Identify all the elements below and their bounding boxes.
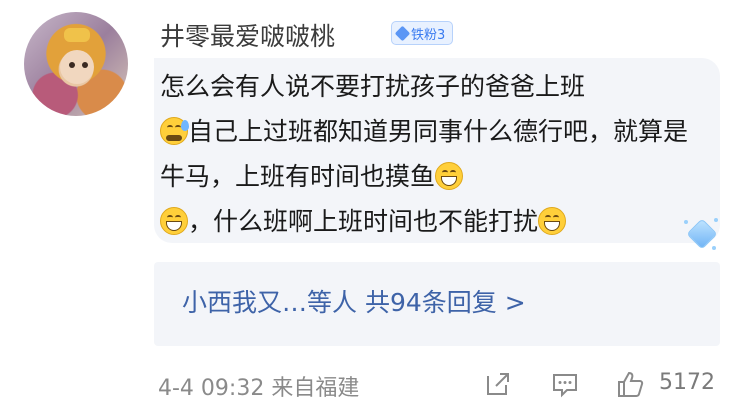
diamond-decoration-icon — [684, 216, 718, 250]
sweat-smile-icon — [160, 117, 189, 145]
share-icon[interactable] — [484, 370, 512, 398]
diamond-icon — [394, 25, 411, 41]
replies-link[interactable]: 小西我又…等人 共94条回复 > — [182, 283, 526, 319]
grin-icon — [538, 207, 567, 235]
fan-badge-label: 铁粉3 — [411, 27, 446, 43]
avatar[interactable] — [24, 12, 128, 116]
comment-text-part-3: ，什么班啊上班时间也不能打扰 — [188, 207, 539, 236]
comment-text-part-2: 自己上过班都知道男同事什么德行吧，就算是牛马，上班有时间也摸鱼 — [160, 117, 689, 191]
fan-badge[interactable]: 铁粉3 — [391, 21, 454, 45]
comment-icon[interactable] — [551, 370, 579, 398]
comment-text: 怎么会有人说不要打扰孩子的爸爸上班自己上过班都知道男同事什么德行吧，就算是牛马，… — [160, 64, 708, 244]
thumbs-up-icon[interactable] — [616, 370, 644, 398]
username[interactable]: 井零最爱啵啵桃 — [160, 17, 335, 53]
timestamp-location: 4-4 09:32 来自福建 — [158, 376, 360, 401]
like-count: 5172 — [659, 370, 715, 395]
comment-text-part-1: 怎么会有人说不要打扰孩子的爸爸上班 — [160, 72, 586, 101]
grin-icon — [160, 207, 188, 235]
grin-icon — [435, 162, 464, 190]
